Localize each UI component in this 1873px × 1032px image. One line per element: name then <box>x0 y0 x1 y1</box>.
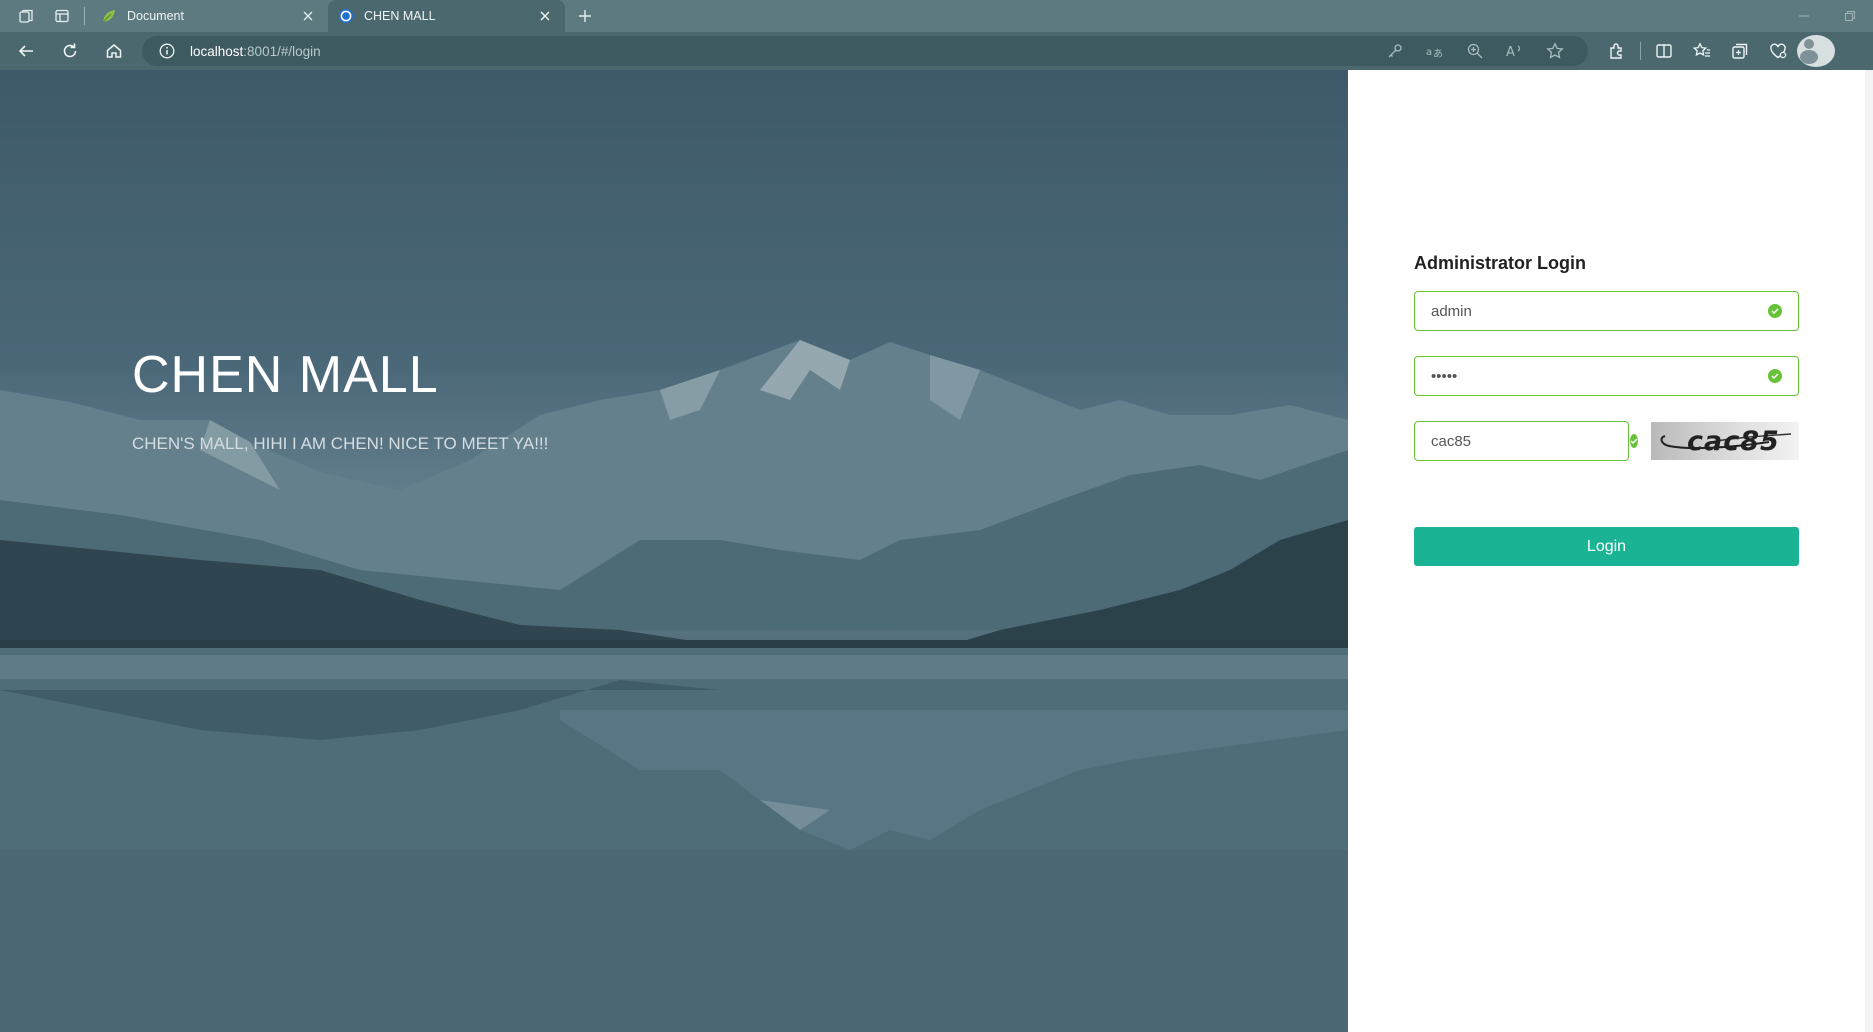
favorite-star-icon[interactable] <box>1544 40 1566 62</box>
restore-icon[interactable] <box>1827 0 1873 32</box>
translate-icon[interactable]: aあ <box>1424 40 1446 62</box>
hero-subtitle: CHEN'S MALL, HIHI I AM CHEN! NICE TO MEE… <box>132 434 549 453</box>
favorites-icon[interactable] <box>1683 35 1721 67</box>
tab-chen-mall[interactable]: CHEN MALL <box>328 0 565 32</box>
new-tab-icon[interactable] <box>569 0 601 32</box>
login-button[interactable]: Login <box>1414 527 1799 566</box>
hero-background: CHEN MALL CHEN'S MALL, HIHI I AM CHEN! N… <box>0 70 1348 1032</box>
workspaces-icon[interactable] <box>10 0 42 32</box>
password-field <box>1414 356 1799 396</box>
extensions-icon[interactable] <box>1598 35 1636 67</box>
captcha-field <box>1414 421 1638 461</box>
url-host: localhost <box>190 43 244 59</box>
browser-tab-strip: Document CHEN MALL <box>0 0 1873 32</box>
address-bar[interactable]: localhost:8001/#/login aあ A <box>142 36 1588 66</box>
tab-title: Document <box>127 9 184 23</box>
toolbar-right <box>1598 35 1835 67</box>
browser-essentials-icon[interactable] <box>1759 35 1797 67</box>
browser-toolbar: localhost:8001/#/login aあ A <box>0 32 1873 70</box>
split-screen-icon[interactable] <box>1645 35 1683 67</box>
profile-avatar[interactable] <box>1797 35 1835 67</box>
back-arrow-icon[interactable] <box>8 35 44 67</box>
app-logo-icon <box>338 8 354 24</box>
captcha-image[interactable]: cac85 <box>1651 422 1799 460</box>
check-circle-icon <box>1768 304 1782 318</box>
home-icon[interactable] <box>96 35 132 67</box>
close-tab-icon[interactable] <box>535 6 555 26</box>
url-path: :8001/#/login <box>243 43 321 59</box>
collections-icon[interactable] <box>1721 35 1759 67</box>
url-text[interactable]: localhost:8001/#/login <box>190 44 1384 59</box>
toolbar-separator <box>1640 42 1641 60</box>
zoom-icon[interactable] <box>1464 40 1486 62</box>
minimize-icon[interactable] <box>1781 0 1827 32</box>
leaf-icon <box>101 8 117 24</box>
key-icon[interactable] <box>1384 40 1406 62</box>
captcha-input[interactable] <box>1431 432 1630 450</box>
address-bar-actions: aあ A <box>1384 40 1566 62</box>
tab-separator <box>84 7 85 25</box>
check-circle-icon <box>1768 369 1782 383</box>
tab-document[interactable]: Document <box>91 0 328 32</box>
svg-text:A: A <box>1506 45 1515 59</box>
mountain-lake-illustration <box>0 340 1348 1032</box>
check-circle-icon <box>1630 434 1638 448</box>
tab-actions-icon[interactable] <box>46 0 78 32</box>
password-input[interactable] <box>1431 367 1768 385</box>
svg-text:a: a <box>1426 47 1432 58</box>
read-aloud-icon[interactable]: A <box>1504 40 1526 62</box>
login-panel: Administrator Login cac85 <box>1348 70 1865 1032</box>
login-page: CHEN MALL CHEN'S MALL, HIHI I AM CHEN! N… <box>0 70 1873 1032</box>
tab-title: CHEN MALL <box>364 9 436 23</box>
hero-title: CHEN MALL <box>132 346 439 404</box>
username-field <box>1414 291 1799 331</box>
captcha-text: cac85 <box>1687 426 1780 457</box>
svg-text:あ: あ <box>1433 48 1443 59</box>
close-tab-icon[interactable] <box>298 6 318 26</box>
user-avatar-icon <box>1797 35 1835 67</box>
login-heading: Administrator Login <box>1414 253 1586 273</box>
username-input[interactable] <box>1431 302 1768 320</box>
refresh-icon[interactable] <box>52 35 88 67</box>
window-controls <box>1781 0 1873 32</box>
page-edge <box>1865 70 1873 1032</box>
site-info-icon[interactable] <box>158 42 176 60</box>
